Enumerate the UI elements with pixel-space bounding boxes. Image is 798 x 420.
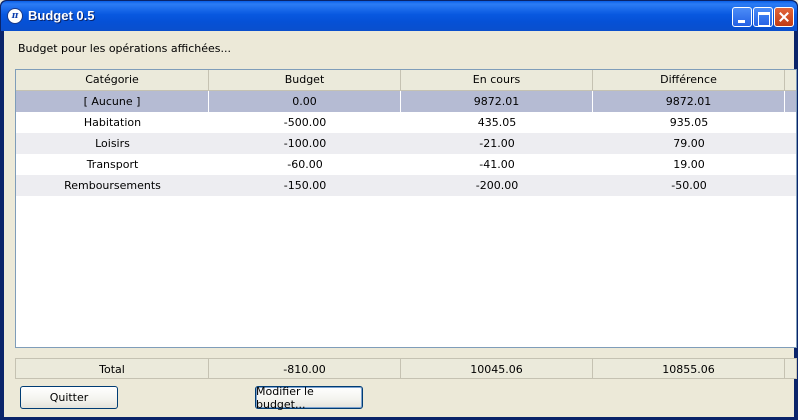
table-header: Catégorie Budget En cours Différence: [16, 70, 796, 91]
minimize-button[interactable]: [732, 7, 752, 27]
cell-difference: -50.00: [671, 179, 707, 192]
table-row[interactable]: [ Aucune ] 0.00 9872.01 9872.01: [16, 91, 796, 112]
column-header-difference[interactable]: Différence: [593, 70, 785, 90]
totals-row: Total -810.00 10045.06 10855.06: [15, 358, 797, 379]
cell-difference: 935.05: [669, 116, 709, 129]
cell-budget: -100.00: [283, 137, 327, 150]
budget-window: π Budget 0.5 Budget pour les opérations …: [0, 0, 798, 420]
column-header-category[interactable]: Catégorie: [16, 70, 209, 90]
app-icon[interactable]: π: [7, 8, 23, 24]
close-button[interactable]: [774, 7, 794, 27]
cell-current: -21.00: [479, 137, 515, 150]
cell-current: -41.00: [479, 158, 515, 171]
quit-button[interactable]: Quitter: [20, 386, 118, 409]
cell-category: Transport: [86, 158, 139, 171]
cell-filler: [785, 91, 796, 112]
cell-current: -200.00: [475, 179, 519, 192]
window-title: Budget 0.5: [28, 8, 95, 23]
cell-difference: 79.00: [673, 137, 705, 150]
table-row[interactable]: Loisirs -100.00 -21.00 79.00: [16, 133, 796, 154]
cell-category: Habitation: [83, 116, 142, 129]
total-budget: -810.00: [209, 359, 401, 378]
page-caption: Budget pour les opérations affichées...: [18, 42, 232, 55]
column-header-budget[interactable]: Budget: [209, 70, 401, 90]
cell-category: [ Aucune ]: [16, 91, 209, 112]
table-row[interactable]: Remboursements -150.00 -200.00 -50.00: [16, 175, 796, 196]
column-header-filler: [785, 70, 796, 90]
budget-table[interactable]: Catégorie Budget En cours Différence [ A…: [15, 69, 797, 348]
cell-budget: -500.00: [283, 116, 327, 129]
table-row[interactable]: Transport -60.00 -41.00 19.00: [16, 154, 796, 175]
cell-difference: 9872.01: [593, 91, 785, 112]
column-header-current[interactable]: En cours: [401, 70, 593, 90]
cell-difference: 19.00: [673, 158, 705, 171]
cell-current: 435.05: [477, 116, 517, 129]
total-current: 10045.06: [401, 359, 593, 378]
cell-category: Loisirs: [95, 137, 130, 150]
table-row[interactable]: Habitation -500.00 435.05 935.05: [16, 112, 796, 133]
edit-budget-button[interactable]: Modifier le budget...: [255, 385, 363, 411]
title-bar[interactable]: π Budget 0.5: [1, 1, 797, 31]
cell-budget: 0.00: [209, 91, 401, 112]
window-client-area: Budget pour les opérations affichées... …: [4, 31, 797, 417]
cell-category: Remboursements: [64, 179, 161, 192]
total-label: Total: [16, 359, 209, 378]
maximize-button[interactable]: [753, 7, 773, 27]
cell-current: 9872.01: [401, 91, 593, 112]
cell-budget: -150.00: [283, 179, 327, 192]
cell-budget: -60.00: [287, 158, 323, 171]
total-difference: 10855.06: [593, 359, 785, 378]
